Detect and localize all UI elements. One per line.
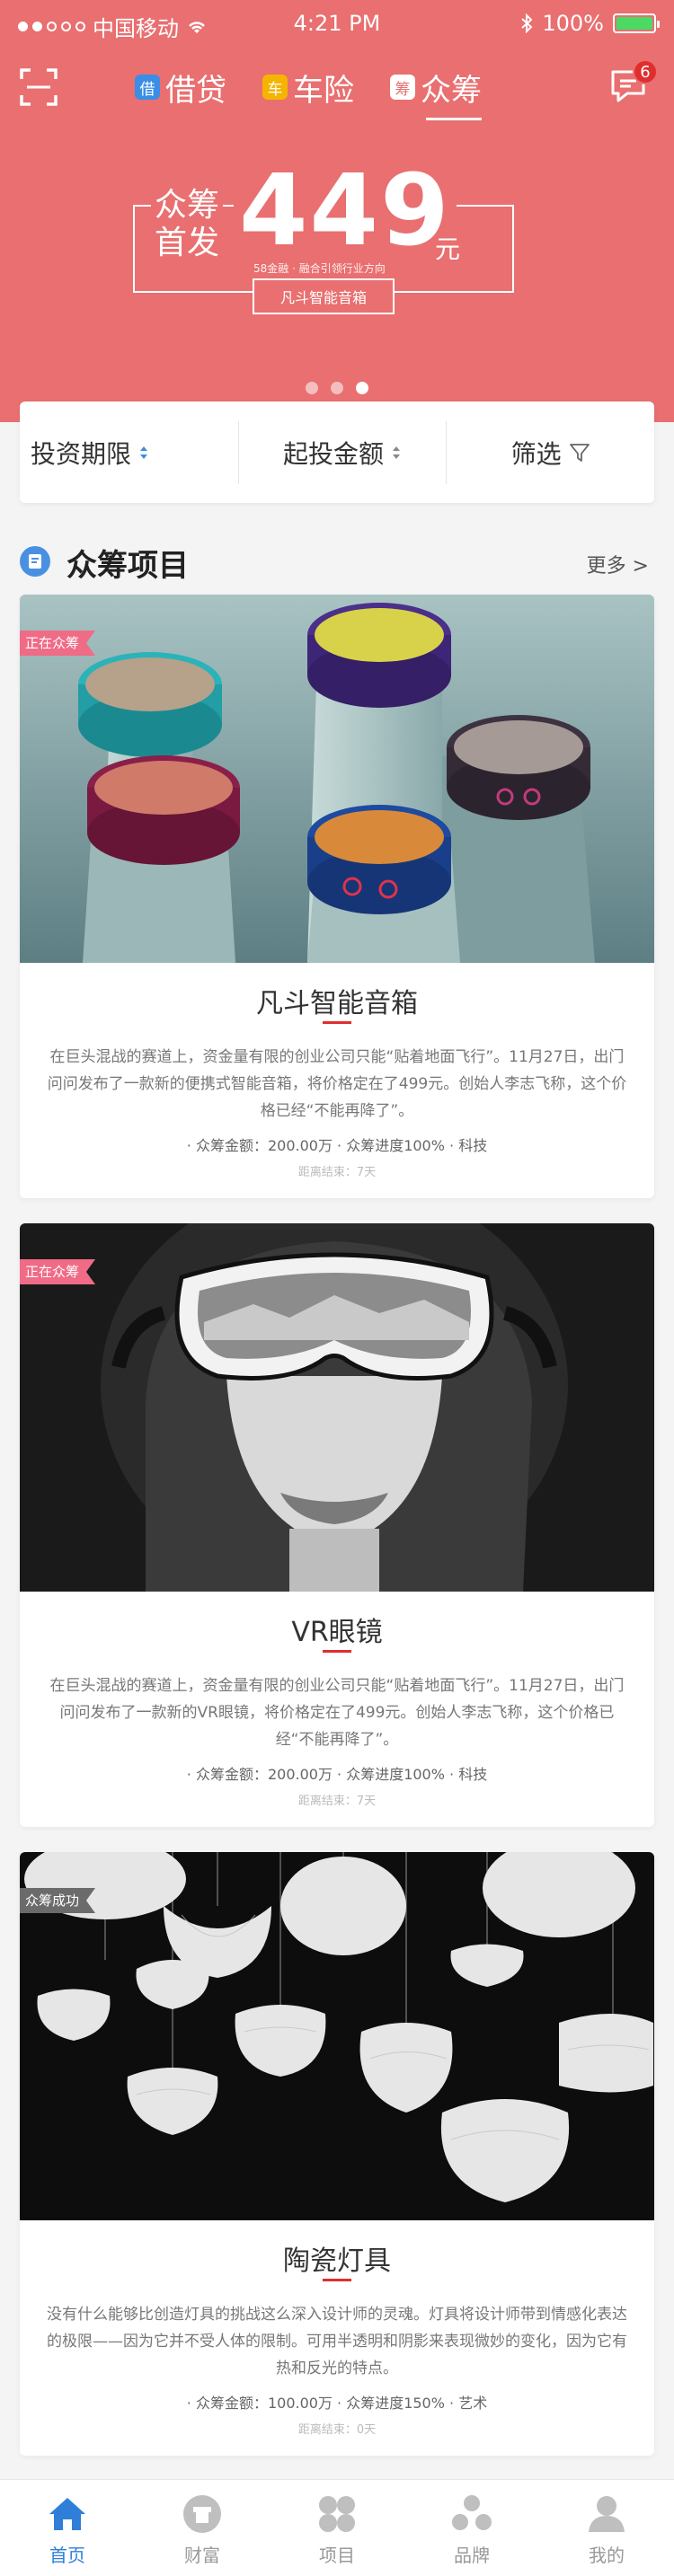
project-countdown: 距离结束：0天 [297, 2423, 377, 2437]
filter-term[interactable]: 投资期限 [20, 421, 238, 484]
tab-home[interactable]: 首页 [0, 2480, 135, 2576]
filter-screen-label: 筛选 [510, 438, 562, 469]
banner-title: 众筹 首发 [151, 187, 224, 262]
tab-brand[interactable]: 品牌 [404, 2480, 539, 2576]
pager-dot[interactable] [331, 382, 343, 394]
app-screen: 中国移动 4:21 PM 100% 借 借贷 车 车险 筹 众筹 6 众筹 首发… [0, 0, 674, 2576]
project-title: 陶瓷灯具 [283, 2245, 391, 2277]
user-icon [589, 2496, 625, 2532]
project-meta: · 众筹金额：100.00万 · 众筹进度150% · 艺术 [186, 2395, 488, 2412]
title-underline [323, 2279, 351, 2281]
tab-wealth[interactable]: 财富 [135, 2480, 270, 2576]
loan-tag-icon: 借 [135, 75, 160, 100]
bottom-tab-bar: 首页 财富 项目 品牌 我的 [0, 2479, 674, 2576]
tab-car-insurance[interactable]: 车 车险 [262, 65, 354, 110]
project-countdown: 距离结束：7天 [297, 1795, 377, 1808]
project-card[interactable]: 众筹成功 陶瓷灯具 没有什么能够比创造灯具的挑战这么深入设计师的灵魂。灯具将设计… [20, 1852, 654, 2456]
project-countdown: 距离结束：7天 [297, 1166, 377, 1179]
project-meta: · 众筹金额：200.00万 · 众筹进度100% · 科技 [186, 1766, 488, 1783]
title-underline [323, 1021, 351, 1024]
title-underline [323, 1650, 351, 1653]
tab-crowdfunding[interactable]: 筹 众筹 [390, 65, 482, 120]
status-ribbon: 正在众筹 [20, 1259, 96, 1284]
wallet-icon [183, 2495, 221, 2533]
project-card[interactable]: 正在众筹 凡斗智能音箱 在巨头混战的赛道上，资金量有限的创业公司只能“贴着地面飞… [20, 595, 654, 1198]
message-badge: 6 [633, 59, 658, 84]
tab-mine-label: 我的 [589, 2545, 625, 2566]
funnel-icon [569, 443, 590, 462]
projects-section-header: 众筹项目 更多 > [20, 539, 654, 584]
banner-subtitle: 58金融 · 融合引领行业方向 [253, 262, 386, 275]
tab-projects-label: 项目 [319, 2545, 355, 2566]
project-description: 在巨头混战的赛道上，资金量有限的创业公司只能“贴着地面飞行”。11月27日，出门… [49, 1677, 625, 1749]
banner-title-line2: 首发 [155, 225, 220, 261]
filter-amount[interactable]: 起投金额 [237, 420, 447, 484]
projects-icon [20, 546, 50, 577]
tab-mine[interactable]: 我的 [539, 2480, 674, 2576]
pager-dot-active[interactable] [356, 382, 368, 394]
project-description: 没有什么能够比创造灯具的挑战这么深入设计师的灵魂。灯具将设计师带到情感化表达的极… [47, 2306, 627, 2378]
tab-home-label: 首页 [49, 2545, 85, 2566]
banner-number: 449 [234, 156, 457, 264]
project-title: 凡斗智能音箱 [256, 988, 418, 1019]
product-tabs: 借 借贷 车 车险 筹 众筹 [135, 65, 482, 120]
status-right: 100% [520, 11, 660, 36]
battery-icon [613, 13, 660, 33]
pager-dot[interactable] [306, 382, 318, 394]
scan-icon[interactable] [20, 68, 58, 106]
project-image-lamps [20, 1852, 654, 2220]
project-description: 在巨头混战的赛道上，资金量有限的创业公司只能“贴着地面飞行”。11月27日，出门… [47, 1048, 627, 1120]
project-image-vr [20, 1223, 654, 1592]
filter-term-label: 投资期限 [31, 438, 132, 469]
section-title: 众筹项目 [67, 548, 189, 584]
message-button[interactable]: 6 [607, 59, 658, 106]
car-tag-icon: 车 [262, 75, 288, 100]
project-title: VR眼镜 [291, 1617, 383, 1648]
project-card[interactable]: 正在众筹 VR眼镜 在巨头混战的赛道上，资金量有限的创业公司只能“贴着地面飞行”… [20, 1223, 654, 1827]
home-icon [49, 2498, 85, 2530]
project-meta: · 众筹金额：200.00万 · 众筹进度100% · 科技 [186, 1137, 488, 1154]
project-image-speakers [20, 595, 654, 963]
status-ribbon: 众筹成功 [20, 1888, 96, 1913]
promo-banner[interactable]: 众筹 首发 449 元 58金融 · 融合引领行业方向 凡斗智能音箱 [133, 156, 514, 314]
tab-loan[interactable]: 借 借贷 [135, 65, 226, 110]
filter-bar: 投资期限 起投金额 筛选 [20, 401, 654, 503]
crowdfunding-tag-icon: 筹 [390, 75, 415, 100]
tab-projects[interactable]: 项目 [270, 2480, 404, 2576]
filter-amount-label: 起投金额 [283, 438, 385, 469]
more-link[interactable]: 更多 > [587, 550, 649, 578]
battery-percent: 100% [542, 11, 604, 36]
status-ribbon: 正在众筹 [20, 631, 96, 656]
sort-icon [140, 446, 148, 459]
bluetooth-icon [521, 13, 533, 33]
tab-car-insurance-label: 车险 [293, 72, 354, 109]
tab-loan-label: 借贷 [165, 72, 226, 109]
banner-pager [0, 382, 674, 394]
tab-crowdfunding-label: 众筹 [421, 72, 482, 109]
hero-header: 中国移动 4:21 PM 100% 借 借贷 车 车险 筹 众筹 6 众筹 首发… [0, 0, 674, 422]
sort-icon [393, 446, 401, 459]
grid-icon [319, 2496, 355, 2532]
banner-unit: 元 [435, 234, 461, 264]
banner-product-button[interactable]: 凡斗智能音箱 [253, 278, 395, 314]
filter-screen[interactable]: 筛选 [446, 420, 654, 484]
top-nav: 借 借贷 车 车险 筹 众筹 6 [0, 56, 674, 120]
status-bar: 中国移动 4:21 PM 100% [0, 0, 674, 49]
tab-wealth-label: 财富 [184, 2545, 220, 2566]
brand-icon [452, 2495, 492, 2530]
tab-brand-label: 品牌 [454, 2545, 490, 2566]
banner-title-line1: 众筹 [155, 187, 220, 224]
